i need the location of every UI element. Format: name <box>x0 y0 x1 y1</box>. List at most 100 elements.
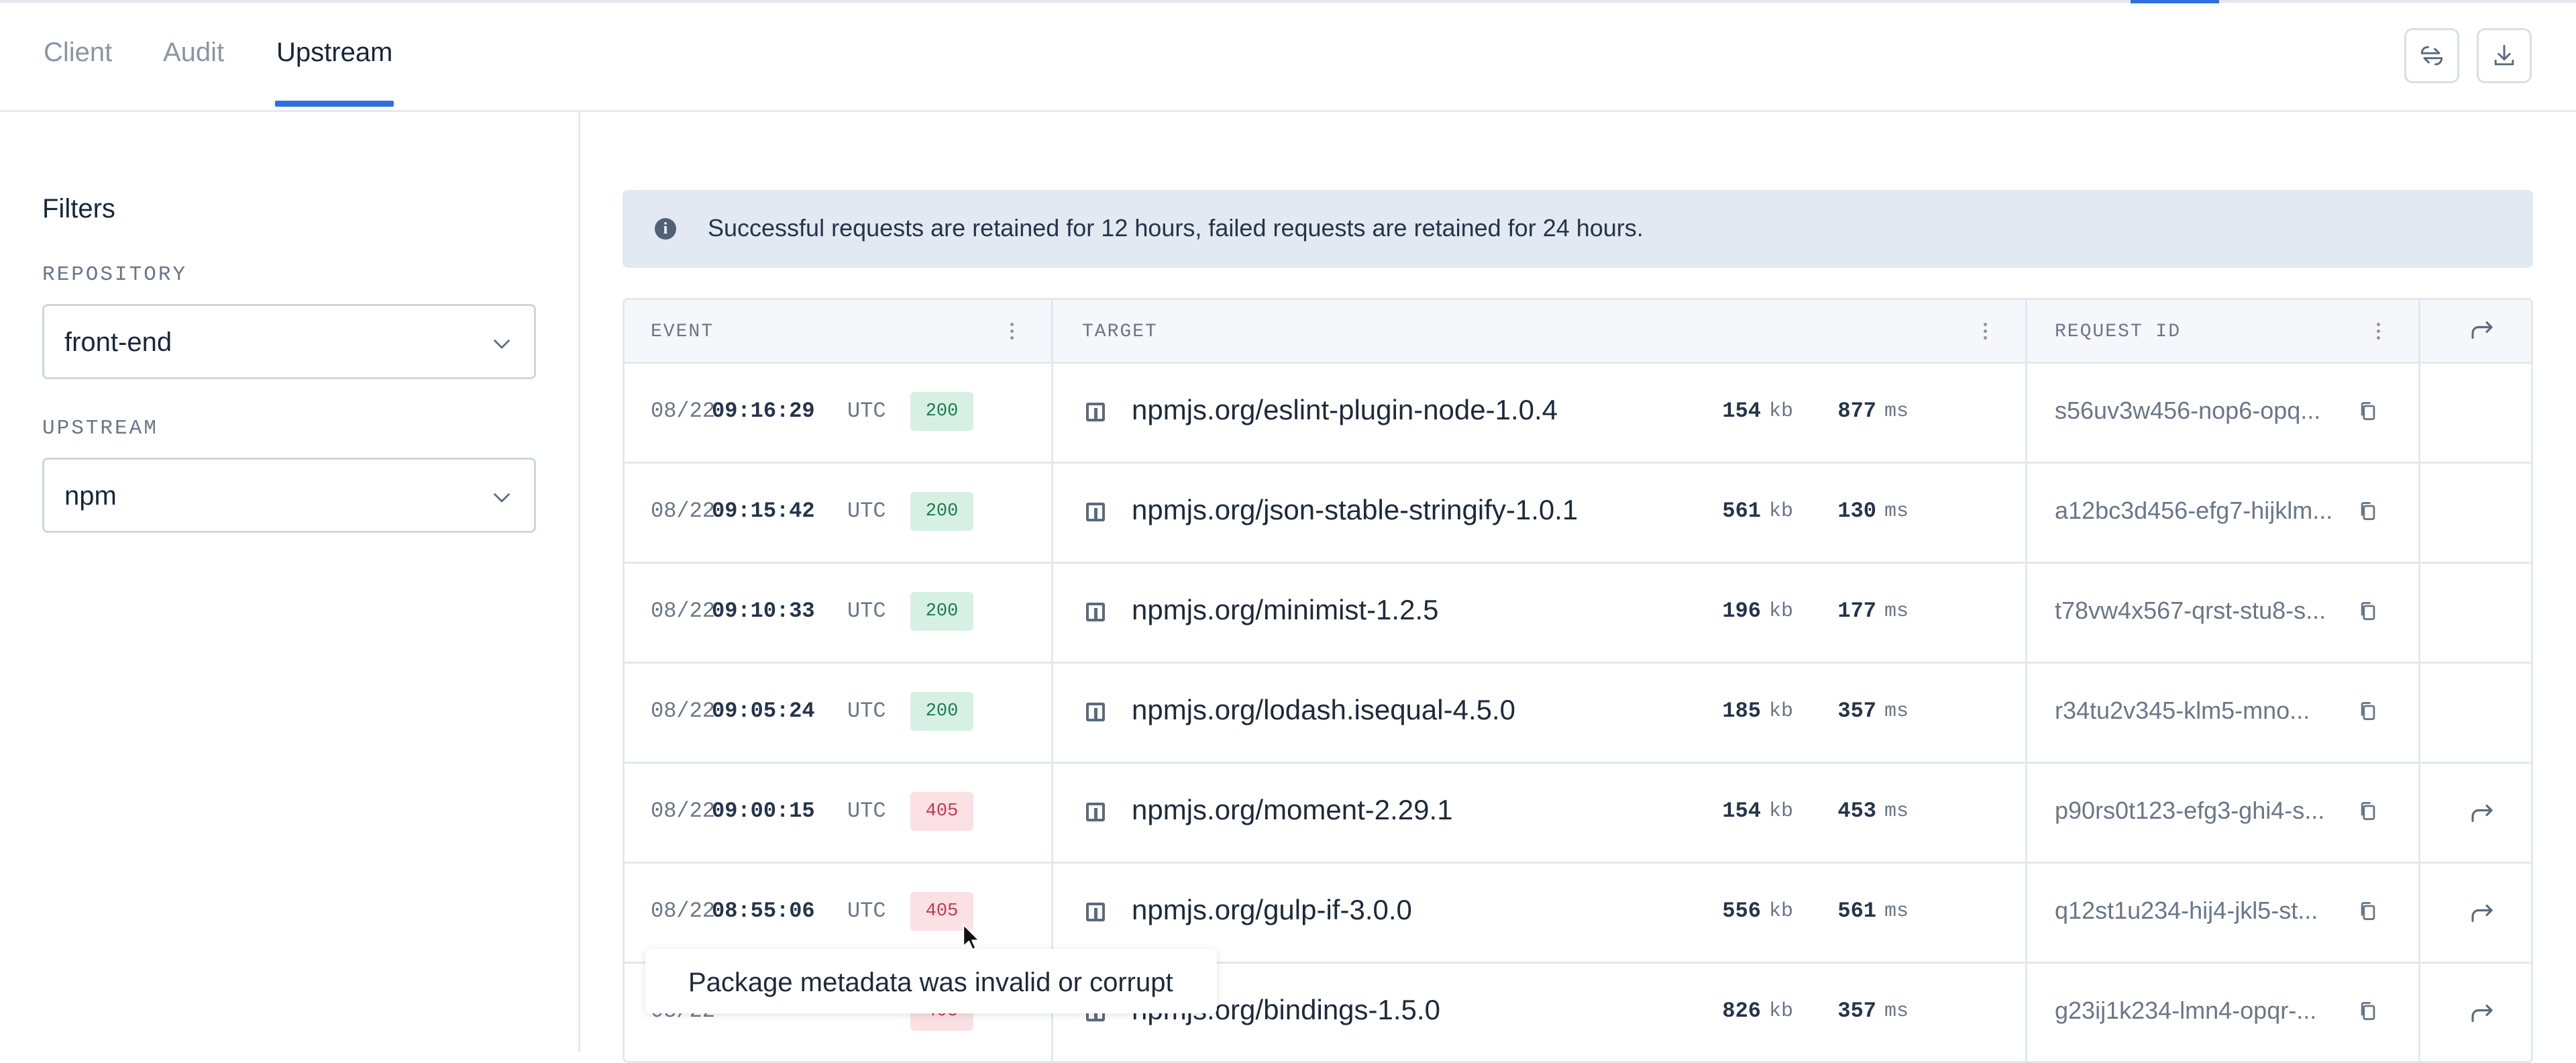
table-row[interactable]: 08/22 09:10:33 UTC 200 npmjs.org/minimist-1.… <box>625 562 2531 664</box>
request-id: q12st1u234-hij4-jkl5-st... <box>2055 897 2318 924</box>
tab-bar: Client Audit Upstream <box>0 0 2576 112</box>
status-tooltip: Package metadata was invalid or corrupt <box>645 949 1217 1013</box>
filters-sidebar: Filters REPOSITORY front-end UPSTREAM np… <box>0 112 580 1052</box>
response-duration: 453 <box>1837 799 1876 823</box>
sync-button[interactable] <box>2404 28 2459 83</box>
status-badge[interactable]: 200 <box>910 592 973 631</box>
tab-upstream-label: Upstream <box>276 38 393 67</box>
event-timezone: UTC <box>847 499 886 523</box>
event-timezone: UTC <box>847 699 886 723</box>
npm-package-icon <box>1086 503 1105 521</box>
chevron-down-icon <box>494 493 510 503</box>
download-icon <box>2494 44 2514 66</box>
response-size-unit: kb <box>1769 900 1794 923</box>
tab-client[interactable]: Client <box>44 38 112 111</box>
event-column-menu-icon[interactable] <box>1008 321 1016 342</box>
tab-upstream[interactable]: Upstream <box>275 38 394 111</box>
retention-info-text: Successful requests are retained for 12 … <box>708 214 1644 242</box>
request-id-column-menu-icon[interactable] <box>2374 321 2382 342</box>
active-tab-indicator <box>275 101 394 107</box>
response-duration: 561 <box>1837 899 1876 923</box>
table-row[interactable]: 08/22 09:00:15 UTC 405 npmjs.org/moment-2.29… <box>625 762 2531 864</box>
response-size-unit: kb <box>1769 500 1794 523</box>
event-time: 09:00:15 <box>712 799 815 823</box>
event-time: 09:05:24 <box>712 699 815 723</box>
event-time: 08:55:06 <box>712 899 815 923</box>
replay-icon[interactable] <box>2468 1001 2496 1025</box>
response-duration-unit: ms <box>1884 900 1909 923</box>
copy-icon[interactable] <box>2358 401 2378 422</box>
event-date: 08/22 <box>651 399 716 423</box>
status-badge[interactable]: 405 <box>910 792 973 831</box>
response-size: 826 <box>1722 999 1761 1023</box>
status-badge[interactable]: 200 <box>910 392 973 431</box>
event-date: 08/22 <box>651 699 716 723</box>
response-size: 561 <box>1722 499 1761 523</box>
copy-icon[interactable] <box>2358 801 2378 822</box>
table-row[interactable]: 08/22 09:15:42 UTC 200 npmjs.org/json-stable… <box>625 462 2531 564</box>
column-header-target[interactable]: TARGET <box>1082 321 1158 342</box>
copy-icon[interactable] <box>2358 501 2378 522</box>
target-link[interactable]: npmjs.org/moment-2.29.1 <box>1132 794 1453 826</box>
response-size: 185 <box>1722 699 1761 723</box>
retention-info-banner: i Successful requests are retained for 1… <box>623 190 2533 268</box>
request-id: p90rs0t123-efg3-ghi4-s... <box>2055 797 2325 824</box>
event-date: 08/22 <box>651 799 716 823</box>
target-link[interactable]: npmjs.org/json-stable-stringify-1.0.1 <box>1132 494 1578 526</box>
event-time: 09:15:42 <box>712 499 815 523</box>
upstream-select[interactable]: npm <box>42 458 536 533</box>
copy-icon[interactable] <box>2358 901 2378 922</box>
download-button[interactable] <box>2477 28 2532 83</box>
response-duration-unit: ms <box>1884 500 1909 523</box>
status-badge[interactable]: 200 <box>910 692 973 731</box>
column-header-request-id[interactable]: REQUEST ID <box>2055 321 2181 342</box>
status-badge[interactable]: 200 <box>910 492 973 531</box>
target-link[interactable]: npmjs.org/gulp-if-3.0.0 <box>1132 894 1412 926</box>
target-link[interactable]: npmjs.org/lodash.isequal-4.5.0 <box>1132 694 1515 726</box>
replay-icon[interactable] <box>2468 901 2496 925</box>
target-link[interactable]: npmjs.org/minimist-1.2.5 <box>1132 594 1438 626</box>
response-size: 154 <box>1722 799 1761 823</box>
event-date: 08/22 <box>651 499 716 523</box>
copy-icon[interactable] <box>2358 1001 2378 1022</box>
event-timezone: UTC <box>847 399 886 423</box>
event-date: 08/22 <box>651 899 716 923</box>
response-size-unit: kb <box>1769 400 1794 423</box>
repository-select[interactable]: front-end <box>42 304 536 379</box>
npm-package-icon <box>1086 903 1105 921</box>
request-id: r34tu2v345-klm5-mno... <box>2055 697 2310 724</box>
column-header-event[interactable]: EVENT <box>651 321 714 342</box>
copy-icon[interactable] <box>2358 601 2378 622</box>
response-duration-unit: ms <box>1884 700 1909 723</box>
npm-package-icon <box>1086 403 1105 421</box>
response-duration: 130 <box>1837 499 1876 523</box>
target-link[interactable]: npmjs.org/eslint-plugin-node-1.0.4 <box>1132 394 1558 426</box>
upstream-requests-table: EVENT TARGET REQUEST ID 08/22 09:16:29 UTC… <box>623 298 2533 1063</box>
replay-all-icon[interactable] <box>2468 317 2496 342</box>
response-size: 154 <box>1722 399 1761 423</box>
event-date: 08/22 <box>651 599 716 623</box>
target-column-menu-icon[interactable] <box>1981 321 1989 342</box>
tab-client-label: Client <box>44 38 113 67</box>
tab-audit-label: Audit <box>163 38 225 67</box>
info-icon: i <box>655 218 676 240</box>
npm-package-icon <box>1086 703 1105 721</box>
response-size-unit: kb <box>1769 600 1794 623</box>
sync-icon <box>2420 46 2443 66</box>
copy-icon[interactable] <box>2358 701 2378 722</box>
table-row[interactable]: 08/22 09:05:24 UTC 200 npmjs.org/lodash.iseq… <box>625 662 2531 764</box>
event-timezone: UTC <box>847 899 886 923</box>
request-id: g23ij1k234-lmn4-opqr-... <box>2055 997 2317 1024</box>
npm-package-icon <box>1086 603 1105 621</box>
repository-value: front-end <box>64 327 172 357</box>
npm-package-icon <box>1086 803 1105 821</box>
upstream-value: npm <box>64 481 117 511</box>
response-size: 556 <box>1722 899 1761 923</box>
replay-icon[interactable] <box>2468 801 2496 825</box>
response-duration: 877 <box>1837 399 1876 423</box>
table-row[interactable]: 08/22 09:16:29 UTC 200 npmjs.org/eslint-plug… <box>625 362 2531 464</box>
upstream-label: UPSTREAM <box>42 417 158 440</box>
request-id: a12bc3d456-efg7-hijklm... <box>2055 497 2333 524</box>
tab-audit[interactable]: Audit <box>163 38 224 111</box>
response-duration-unit: ms <box>1884 400 1909 423</box>
